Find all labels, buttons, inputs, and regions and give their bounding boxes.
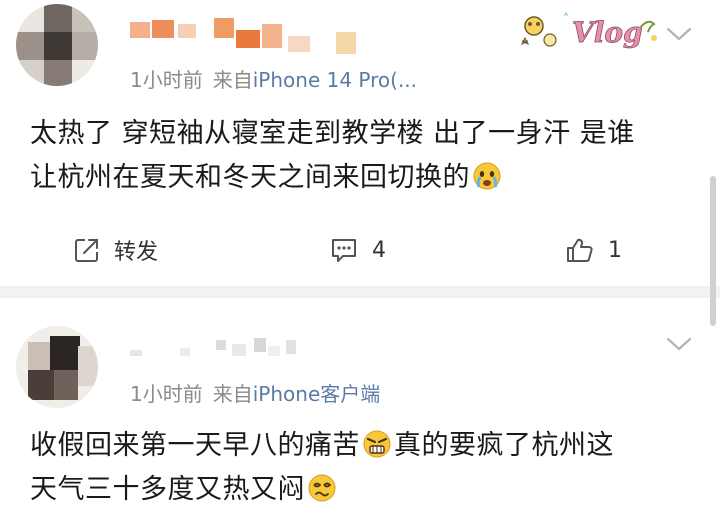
source-device-link[interactable]: iPhone客户端 <box>253 382 381 406</box>
feed-card-1: 1小时前 来自iPhone 14 Pro(... Vlog 太热了 穿短袖从寝室走… <box>0 0 720 286</box>
post-meta: 1小时前 来自iPhone 14 Pro(... <box>130 64 417 93</box>
chevron-down-icon[interactable] <box>664 24 694 44</box>
comment-button[interactable]: 4 <box>330 228 386 272</box>
post-content: 太热了 穿短袖从寝室走到教学楼 出了一身汗 是谁 让杭州在夏天和冬天之间来回切换… <box>30 112 635 200</box>
like-count: 1 <box>608 237 622 263</box>
comment-count: 4 <box>372 237 386 263</box>
angry-face-emoji-icon <box>362 429 392 459</box>
feed-separator <box>0 286 720 298</box>
content-line: 收假回来第一天早八的痛苦 真的要疯了杭州这 <box>30 429 614 461</box>
repost-button[interactable]: 转发 <box>74 228 158 272</box>
post-meta: 1小时前 来自iPhone客户端 <box>130 378 380 407</box>
username-redacted[interactable] <box>130 336 310 360</box>
source-device-link[interactable]: iPhone 14 Pro(... <box>253 68 417 92</box>
username-redacted[interactable] <box>130 14 370 58</box>
feed-card-2: 1小时前 来自iPhone客户端 收假回来第一天早八的痛苦 真的要疯了杭州这 天气三… <box>0 298 720 527</box>
vlog-sticker: Vlog <box>512 6 662 56</box>
content-line: 太热了 穿短袖从寝室走到教学楼 出了一身汗 是谁 <box>30 118 635 149</box>
source-prefix: 来自 <box>212 68 253 92</box>
avatar[interactable] <box>16 326 98 408</box>
post-time: 1小时前 <box>130 382 203 406</box>
comment-icon <box>332 239 356 262</box>
action-bar: 转发 4 1 <box>0 228 700 272</box>
content-line: 让杭州在夏天和冬天之间来回切换的 <box>30 156 635 200</box>
crying-face-emoji-icon <box>472 161 502 191</box>
post-time: 1小时前 <box>130 68 203 92</box>
repost-label: 转发 <box>114 240 159 265</box>
source-prefix: 来自 <box>212 382 253 406</box>
thumbs-up-icon <box>567 238 593 262</box>
avatar[interactable] <box>16 4 98 86</box>
content-line: 天气三十多度又热又闷 <box>30 468 614 512</box>
like-button[interactable]: 1 <box>566 228 622 272</box>
chevron-down-icon[interactable] <box>664 334 694 354</box>
dizzy-face-emoji-icon <box>307 473 337 503</box>
post-content: 收假回来第一天早八的痛苦 真的要疯了杭州这 天气三十多度又热又闷 <box>30 424 614 512</box>
share-icon <box>75 239 98 262</box>
scrollbar-thumb[interactable] <box>710 176 716 326</box>
vlog-sticker-text: Vlog <box>572 16 643 49</box>
